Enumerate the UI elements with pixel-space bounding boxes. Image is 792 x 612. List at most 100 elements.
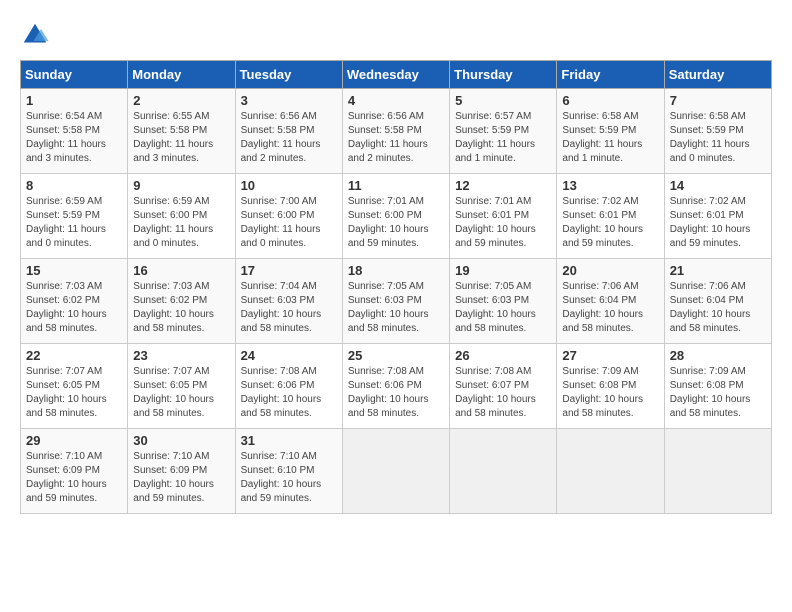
day-number: 22 [26, 348, 122, 363]
calendar-cell: 31 Sunrise: 7:10 AMSunset: 6:10 PMDayligh… [235, 429, 342, 514]
day-info: Sunrise: 7:10 AMSunset: 6:09 PMDaylight:… [133, 450, 229, 506]
logo-icon [20, 20, 50, 50]
day-number: 28 [670, 348, 766, 363]
day-info: Sunrise: 6:54 AMSunset: 5:58 PMDaylight:… [26, 110, 122, 166]
calendar-cell [450, 429, 557, 514]
column-header-monday: Monday [128, 61, 235, 89]
calendar-header-row: SundayMondayTuesdayWednesdayThursdayFrid… [21, 61, 772, 89]
week-row-1: 8Sunrise: 6:59 AMSunset: 5:59 PMDaylight… [21, 174, 772, 259]
day-number: 18 [348, 263, 444, 278]
day-number: 31 [241, 433, 337, 448]
day-info: Sunrise: 7:05 AMSunset: 6:03 PMDaylight:… [348, 280, 444, 336]
day-info: Sunrise: 7:01 AMSunset: 6:00 PMDaylight:… [348, 195, 444, 251]
page-header [20, 20, 772, 50]
day-number: 24 [241, 348, 337, 363]
calendar-cell: 11 Sunrise: 7:01 AMSunset: 6:00 PMDayligh… [342, 174, 449, 259]
day-info: Sunrise: 7:06 AMSunset: 6:04 PMDaylight:… [562, 280, 658, 336]
calendar-cell: 21 Sunrise: 7:06 AMSunset: 6:04 PMDayligh… [664, 259, 771, 344]
day-info: Sunrise: 7:08 AMSunset: 6:07 PMDaylight:… [455, 365, 551, 421]
day-info: Sunrise: 6:58 AMSunset: 5:59 PMDaylight:… [562, 110, 658, 166]
day-info: Sunrise: 7:08 AMSunset: 6:06 PMDaylight:… [348, 365, 444, 421]
calendar-cell: 24 Sunrise: 7:08 AMSunset: 6:06 PMDayligh… [235, 344, 342, 429]
day-number: 15 [26, 263, 122, 278]
calendar-cell: 30 Sunrise: 7:10 AMSunset: 6:09 PMDayligh… [128, 429, 235, 514]
day-number: 17 [241, 263, 337, 278]
calendar-cell: 9 Sunrise: 6:59 AMSunset: 6:00 PMDaylight… [128, 174, 235, 259]
day-info: Sunrise: 7:08 AMSunset: 6:06 PMDaylight:… [241, 365, 337, 421]
day-info: Sunrise: 7:05 AMSunset: 6:03 PMDaylight:… [455, 280, 551, 336]
day-info: Sunrise: 7:00 AMSunset: 6:00 PMDaylight:… [241, 195, 337, 251]
calendar-cell: 17 Sunrise: 7:04 AMSunset: 6:03 PMDayligh… [235, 259, 342, 344]
calendar-cell: 6 Sunrise: 6:58 AMSunset: 5:59 PMDaylight… [557, 89, 664, 174]
day-info: Sunrise: 7:02 AMSunset: 6:01 PMDaylight:… [562, 195, 658, 251]
calendar-cell: 7 Sunrise: 6:58 AMSunset: 5:59 PMDaylight… [664, 89, 771, 174]
calendar-cell: 15 Sunrise: 7:03 AMSunset: 6:02 PMDayligh… [21, 259, 128, 344]
day-number: 23 [133, 348, 229, 363]
day-info: Sunrise: 7:10 AMSunset: 6:09 PMDaylight:… [26, 450, 122, 506]
day-info: Sunrise: 6:55 AMSunset: 5:58 PMDaylight:… [133, 110, 229, 166]
day-info: Sunrise: 7:07 AMSunset: 6:05 PMDaylight:… [133, 365, 229, 421]
logo [20, 20, 54, 50]
day-number: 29 [26, 433, 122, 448]
day-number: 14 [670, 178, 766, 193]
day-number: 6 [562, 93, 658, 108]
calendar-cell [664, 429, 771, 514]
calendar-cell: 13 Sunrise: 7:02 AMSunset: 6:01 PMDayligh… [557, 174, 664, 259]
week-row-3: 22 Sunrise: 7:07 AMSunset: 6:05 PMDayligh… [21, 344, 772, 429]
day-number: 10 [241, 178, 337, 193]
calendar-cell: 20 Sunrise: 7:06 AMSunset: 6:04 PMDayligh… [557, 259, 664, 344]
day-number: 12 [455, 178, 551, 193]
calendar-table: SundayMondayTuesdayWednesdayThursdayFrid… [20, 60, 772, 514]
week-row-2: 15 Sunrise: 7:03 AMSunset: 6:02 PMDayligh… [21, 259, 772, 344]
day-info: Sunrise: 6:58 AMSunset: 5:59 PMDaylight:… [670, 110, 766, 166]
day-info: Sunrise: 7:04 AMSunset: 6:03 PMDaylight:… [241, 280, 337, 336]
calendar-cell: 12 Sunrise: 7:01 AMSunset: 6:01 PMDayligh… [450, 174, 557, 259]
calendar-cell: 14 Sunrise: 7:02 AMSunset: 6:01 PMDayligh… [664, 174, 771, 259]
day-number: 16 [133, 263, 229, 278]
day-number: 8 [26, 178, 122, 193]
calendar-cell: 25 Sunrise: 7:08 AMSunset: 6:06 PMDayligh… [342, 344, 449, 429]
day-info: Sunrise: 7:01 AMSunset: 6:01 PMDaylight:… [455, 195, 551, 251]
day-number: 7 [670, 93, 766, 108]
day-info: Sunrise: 6:56 AMSunset: 5:58 PMDaylight:… [241, 110, 337, 166]
column-header-friday: Friday [557, 61, 664, 89]
calendar-cell: 28 Sunrise: 7:09 AMSunset: 6:08 PMDayligh… [664, 344, 771, 429]
day-info: Sunrise: 6:59 AMSunset: 6:00 PMDaylight:… [133, 195, 229, 251]
calendar-cell: 23 Sunrise: 7:07 AMSunset: 6:05 PMDayligh… [128, 344, 235, 429]
calendar-cell: 4 Sunrise: 6:56 AMSunset: 5:58 PMDaylight… [342, 89, 449, 174]
column-header-tuesday: Tuesday [235, 61, 342, 89]
day-number: 21 [670, 263, 766, 278]
calendar-cell: 29 Sunrise: 7:10 AMSunset: 6:09 PMDayligh… [21, 429, 128, 514]
calendar-cell: 27Sunrise: 7:09 AMSunset: 6:08 PMDayligh… [557, 344, 664, 429]
day-info: Sunrise: 7:09 AMSunset: 6:08 PMDaylight:… [670, 365, 766, 421]
calendar-cell: 3Sunrise: 6:56 AMSunset: 5:58 PMDaylight… [235, 89, 342, 174]
day-number: 13 [562, 178, 658, 193]
day-info: Sunrise: 7:07 AMSunset: 6:05 PMDaylight:… [26, 365, 122, 421]
calendar-cell: 26Sunrise: 7:08 AMSunset: 6:07 PMDayligh… [450, 344, 557, 429]
day-info: Sunrise: 7:03 AMSunset: 6:02 PMDaylight:… [26, 280, 122, 336]
week-row-0: 1 Sunrise: 6:54 AMSunset: 5:58 PMDaylight… [21, 89, 772, 174]
calendar-cell: 5Sunrise: 6:57 AMSunset: 5:59 PMDaylight… [450, 89, 557, 174]
day-number: 1 [26, 93, 122, 108]
day-number: 25 [348, 348, 444, 363]
column-header-thursday: Thursday [450, 61, 557, 89]
day-info: Sunrise: 7:10 AMSunset: 6:10 PMDaylight:… [241, 450, 337, 506]
column-header-saturday: Saturday [664, 61, 771, 89]
day-info: Sunrise: 7:06 AMSunset: 6:04 PMDaylight:… [670, 280, 766, 336]
day-number: 9 [133, 178, 229, 193]
day-info: Sunrise: 6:56 AMSunset: 5:58 PMDaylight:… [348, 110, 444, 166]
day-number: 20 [562, 263, 658, 278]
day-number: 19 [455, 263, 551, 278]
calendar-cell [557, 429, 664, 514]
calendar-cell: 18 Sunrise: 7:05 AMSunset: 6:03 PMDayligh… [342, 259, 449, 344]
day-number: 4 [348, 93, 444, 108]
calendar-cell: 19 Sunrise: 7:05 AMSunset: 6:03 PMDayligh… [450, 259, 557, 344]
week-row-4: 29 Sunrise: 7:10 AMSunset: 6:09 PMDayligh… [21, 429, 772, 514]
calendar-cell: 2Sunrise: 6:55 AMSunset: 5:58 PMDaylight… [128, 89, 235, 174]
day-info: Sunrise: 6:57 AMSunset: 5:59 PMDaylight:… [455, 110, 551, 166]
day-number: 30 [133, 433, 229, 448]
day-number: 11 [348, 178, 444, 193]
calendar-cell [342, 429, 449, 514]
calendar-cell: 10 Sunrise: 7:00 AMSunset: 6:00 PMDayligh… [235, 174, 342, 259]
day-info: Sunrise: 7:02 AMSunset: 6:01 PMDaylight:… [670, 195, 766, 251]
